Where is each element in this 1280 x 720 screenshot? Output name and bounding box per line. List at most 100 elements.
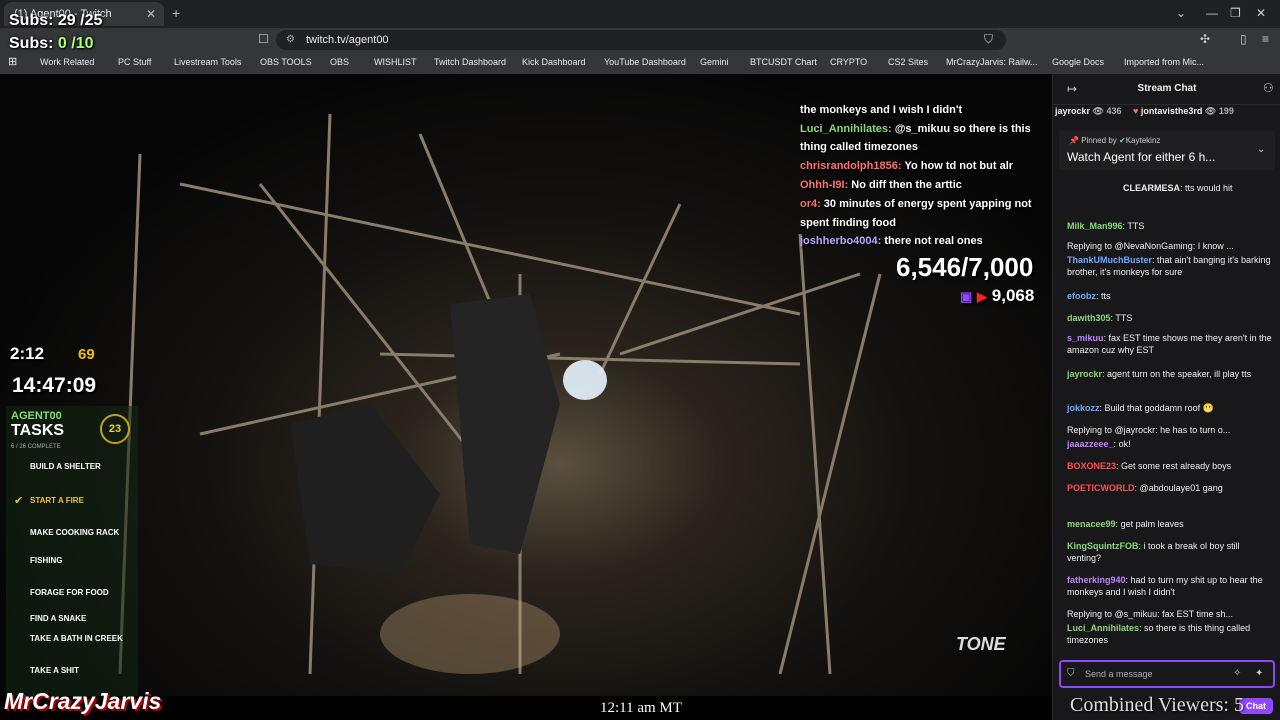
subs-goal-value: 0 /10 <box>57 35 94 52</box>
url-text: twitch.tv/agent00 <box>306 34 389 46</box>
chat-message: fatherking940: had to turn my shit up to… <box>1067 575 1263 597</box>
tasks-header: AGENT00 <box>11 410 62 422</box>
browser-tab-bar: (1) Agent00 - Twitch ✕ + ⌄ — ❐ ✕ <box>0 0 1280 28</box>
bookmark-item[interactable]: YouTube Dashboard <box>604 57 686 67</box>
emote-icon[interactable]: ✧ <box>1233 668 1241 679</box>
bookmark-item[interactable]: Kick Dashboard <box>522 57 586 67</box>
chat-message: Milk_Man996: TTS <box>1067 221 1145 231</box>
users-icon[interactable]: ⚇ <box>1263 81 1274 95</box>
overlay-chat-line: Ohhh-I9I: No diff then the arttic <box>800 179 962 191</box>
pinned-message-text: Watch Agent for either 6 h... <box>1067 150 1216 164</box>
chat-input[interactable]: ⛉ Send a message ✧ ✦ <box>1059 660 1275 688</box>
chat-message: BOXONE23: Get some rest already boys <box>1067 461 1232 471</box>
maximize-icon[interactable]: ❐ <box>1230 6 1241 20</box>
bookmark-item[interactable]: OBS <box>330 57 349 67</box>
chat-header-title: Stream Chat <box>1137 83 1197 94</box>
bookmark-item[interactable]: Livestream Tools <box>174 57 241 67</box>
apps-grid-icon[interactable]: ⊞ <box>8 55 17 68</box>
stream-clock: 12:11 am MT <box>600 700 682 716</box>
badge-icon[interactable]: ⛉ <box>1067 668 1075 679</box>
site-info-icon[interactable]: ⚙ <box>286 30 295 50</box>
chat-message: dawith305: TTS <box>1067 313 1133 323</box>
menu-icon[interactable]: ≡ <box>1262 32 1269 46</box>
tasks-panel: AGENT00 TASKS 23 6 / 26 COMPLETE BUILD A… <box>6 406 138 696</box>
chevron-down-icon[interactable]: ⌄ <box>1257 144 1265 155</box>
task-item: BUILD A SHELTER <box>30 462 101 471</box>
bookmark-item[interactable]: CS2 Sites <box>888 57 928 67</box>
task-item: TAKE A BATH IN CREEK <box>30 634 123 643</box>
window-close-icon[interactable]: ✕ <box>1256 6 1266 20</box>
address-bar-row: ☐ ⚙ twitch.tv/agent00 ⛉ ✣ ▯ ≡ <box>0 28 1280 52</box>
overlay-chat-line: the monkeys and I wish I didn't <box>800 104 963 116</box>
bookmark-item[interactable]: CRYPTO <box>830 57 867 67</box>
chat-message: POETICWORLD: @abdoulaye01 gang <box>1067 483 1223 493</box>
bookmark-item[interactable]: WISHLIST <box>374 57 417 67</box>
tasks-badge: 23 <box>100 414 130 444</box>
bookmarks-bar: ⊞ Work Related PC Stuff Livestream Tools… <box>0 52 1280 75</box>
bookmark-star-icon[interactable]: ☐ <box>258 32 269 46</box>
pinned-message[interactable]: 📌 Pinned by ✔Kaytekinz Watch Agent for e… <box>1059 130 1275 170</box>
chat-input-placeholder: Send a message <box>1085 669 1153 679</box>
chat-message: efoobz: tts <box>1067 291 1111 301</box>
chat-send-button[interactable]: Chat <box>1239 698 1273 714</box>
channel-name-logo: MrCrazyJarvis <box>4 688 162 714</box>
chat-reply: Replying to @s_mikuu: fax EST time sh... <box>1067 609 1234 619</box>
chat-message: KingSquintzFOB: i took a break ol boy st… <box>1067 541 1240 563</box>
top-chatters: jayrockr 👁 436 ♥ jontavisthe3rd 👁 199 <box>1053 106 1280 122</box>
tasks-progress: 6 / 26 COMPLETE <box>11 444 61 450</box>
overlay-chat-line: spent finding food <box>800 217 896 229</box>
task-item: START A FIRE <box>30 496 84 505</box>
chat-messages: CLEARMESA: tts would hit Milk_Man996: TT… <box>1053 178 1280 656</box>
bookmark-item[interactable]: BTCUSDT Chart <box>750 57 817 67</box>
chat-message: Luci_Annihilates: so there is this thing… <box>1067 623 1251 645</box>
viewer-counter: ▣ ▶ 9,068 <box>960 286 1034 306</box>
brave-shield-icon[interactable]: ⛉ <box>984 32 993 47</box>
new-tab-icon[interactable]: + <box>172 5 180 21</box>
chat-reply: Replying to @NevaNonGaming: I know ... <box>1067 241 1234 251</box>
twitch-icon: ▣ <box>960 289 973 304</box>
overlay-chat-line: Luci_Annihilates: @s_mikuu so there is th… <box>800 123 1031 135</box>
chat-message: s_mikuu: fax EST time shows me they aren… <box>1067 333 1272 355</box>
top-chatter[interactable]: ♥ jontavisthe3rd 👁 199 <box>1133 106 1234 117</box>
close-tab-icon[interactable]: ✕ <box>146 7 156 21</box>
tab-search-icon[interactable]: ⌄ <box>1176 6 1186 20</box>
tone-watermark: TONE <box>956 634 1006 654</box>
chat-header: ↦ Stream Chat ⚇ <box>1053 74 1280 105</box>
bookmark-item[interactable]: PC Stuff <box>118 57 151 67</box>
task-item: MAKE COOKING RACK <box>30 528 120 537</box>
task-item: FISHING <box>30 556 63 565</box>
chat-reply: Replying to @jayrockr: he has to turn o.… <box>1067 425 1231 435</box>
stream-bottom-bar: MrCrazyJarvis 12:11 am MT <box>0 688 1052 720</box>
sidebar-icon[interactable]: ▯ <box>1240 32 1247 46</box>
bookmark-item[interactable]: Twitch Dashboard <box>434 57 506 67</box>
checkmark-icon: ✔ <box>14 495 24 507</box>
chat-message: jokkozz: Build that goddamn roof 😬 <box>1067 403 1214 413</box>
url-field[interactable]: ⚙ twitch.tv/agent00 <box>276 30 1006 50</box>
bits-icon[interactable]: ✦ <box>1255 668 1263 679</box>
bookmark-item[interactable]: Work Related <box>40 57 94 67</box>
bookmark-item[interactable]: OBS TOOLS <box>260 57 312 67</box>
chat-message: menacee99: get palm leaves <box>1067 519 1184 529</box>
bookmark-item[interactable]: Imported from Mic... <box>1124 57 1204 67</box>
chat-message: jayrockr: agent turn on the speaker, ill… <box>1067 369 1252 379</box>
bookmark-item[interactable]: Gemini <box>700 57 729 67</box>
task-item: TAKE A SHIT <box>30 666 80 675</box>
bookmark-item[interactable]: Google Docs <box>1052 57 1104 67</box>
timer-small: 2:12 <box>10 344 45 363</box>
minimize-icon[interactable]: — <box>1206 6 1218 20</box>
overlay-chat-line: chrisrandolph1856: Yo how td not but alr <box>800 160 1014 172</box>
combined-viewers-overlay: Combined Viewers: 5 <box>1070 694 1244 716</box>
bookmark-item[interactable]: MrCrazyJarvis: Railw... <box>946 57 1038 67</box>
overlay-chat-line: or4: 30 minutes of energy spent yapping n… <box>800 198 1032 210</box>
chat-message: CLEARMESA: tts would hit <box>1123 183 1233 193</box>
subs-goal-label: Subs: <box>9 35 54 52</box>
overlay-chat-line: joshherbo4004: there not real ones <box>800 235 983 247</box>
top-chatter[interactable]: jayrockr 👁 436 <box>1055 106 1122 117</box>
subs-goal-overlay: Subs: 0 /10 <box>9 35 94 53</box>
overlay-chat-line: thing called timezones <box>800 141 918 153</box>
task-item: FIND A SNAKE <box>30 614 87 623</box>
chat-message: ThankUMuchBuster: that ain't banging it'… <box>1067 255 1271 277</box>
video-player[interactable]: the monkeys and I wish I didn't Luci_Ann… <box>0 74 1052 696</box>
viewer-count-value: 9,068 <box>991 286 1035 305</box>
extensions-icon[interactable]: ✣ <box>1200 32 1210 46</box>
